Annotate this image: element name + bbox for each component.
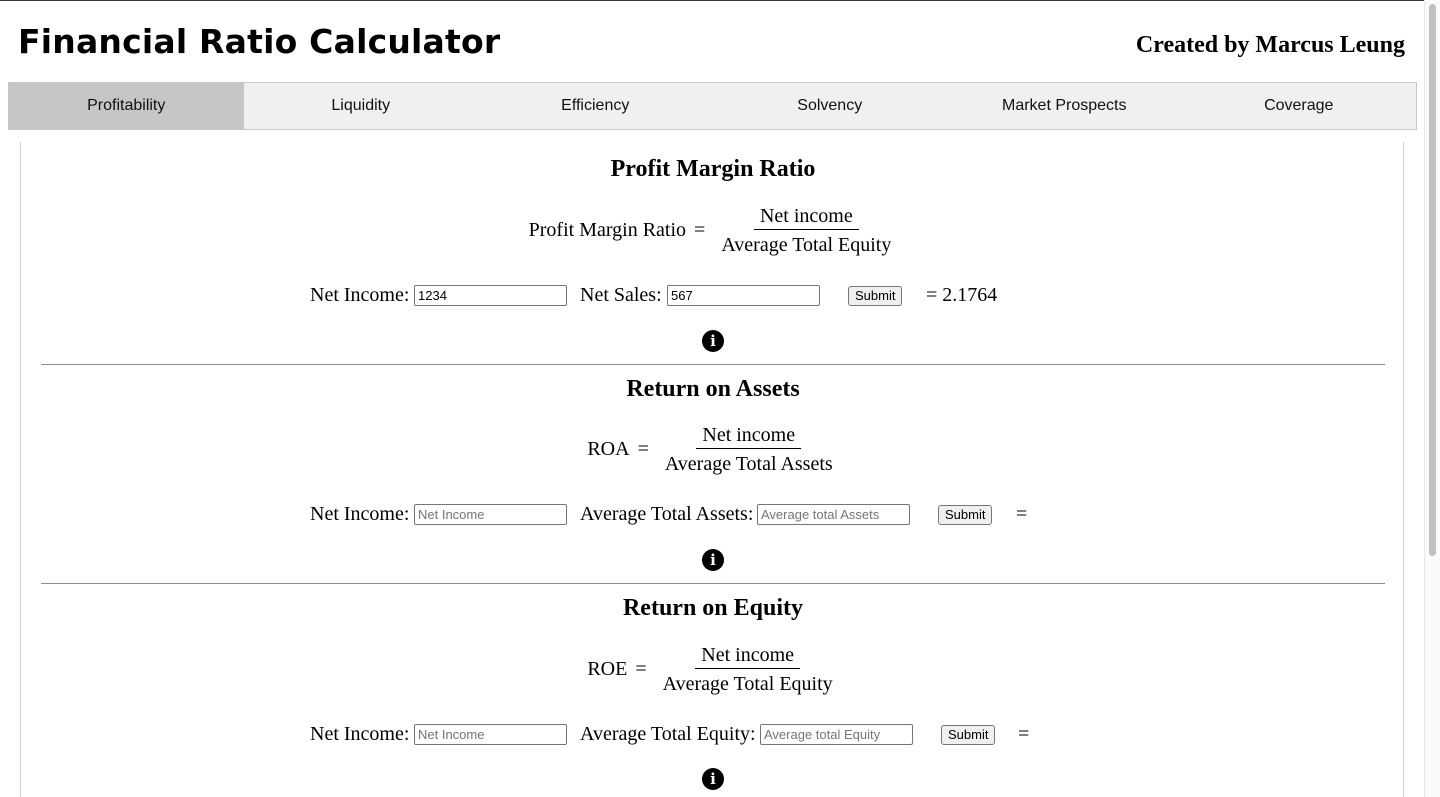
net-sales-input[interactable]: [667, 285, 820, 306]
tab-solvency[interactable]: Solvency: [713, 83, 948, 129]
formula-equals: =: [635, 658, 647, 680]
submit-button[interactable]: Submit: [941, 725, 996, 745]
info-icon[interactable]: i: [702, 330, 724, 352]
section-title: Return on Assets: [626, 376, 800, 402]
info-icon[interactable]: i: [702, 549, 724, 571]
net-sales-label: Net Sales:: [580, 284, 662, 306]
input-row: Net Income: Average Total Equity: Submit…: [21, 721, 1405, 747]
app-title: Financial Ratio Calculator: [18, 22, 501, 61]
formula-numerator: Net income: [753, 204, 859, 230]
calculator-panel: Profit Margin Ratio Profit Margin Ratio …: [20, 142, 1404, 797]
formula-equals: =: [694, 219, 706, 241]
tab-efficiency[interactable]: Efficiency: [478, 83, 713, 129]
page-header: Financial Ratio Calculator Created by Ma…: [0, 0, 1424, 82]
average-total-equity-input[interactable]: [760, 724, 913, 745]
formula-numerator: Net income: [695, 643, 801, 669]
net-income-label: Net Income:: [310, 503, 410, 525]
formula-denominator: Average Total Assets: [664, 453, 833, 475]
tab-market-prospects[interactable]: Market Prospects: [947, 83, 1182, 129]
result-value: =: [1016, 503, 1028, 525]
formula-equals: =: [637, 438, 649, 460]
net-income-label: Net Income:: [310, 723, 410, 745]
category-tabs: Profitability Liquidity Efficiency Solve…: [8, 82, 1417, 130]
formula: ROE = Net income Average Total Equity: [21, 643, 1405, 696]
formula-denominator: Average Total Equity: [721, 234, 892, 256]
info-icon[interactable]: i: [702, 768, 724, 790]
formula: ROA = Net income Average Total Assets: [21, 423, 1405, 476]
vertical-scrollbar[interactable]: [1424, 0, 1440, 797]
section-divider: [41, 583, 1385, 584]
result-value: =: [1018, 723, 1030, 745]
average-total-assets-input[interactable]: [757, 504, 910, 525]
input-row: Net Income: Net Sales: Submit = 2.1764: [21, 282, 1405, 308]
net-income-input[interactable]: [414, 724, 567, 745]
formula-numerator: Net income: [696, 423, 802, 449]
formula-fraction: Net income Average Total Equity: [657, 643, 839, 696]
formula-lhs: ROE: [587, 658, 628, 680]
formula-lhs: ROA: [587, 438, 630, 460]
submit-button[interactable]: Submit: [938, 505, 993, 525]
formula-denominator: Average Total Equity: [662, 673, 833, 695]
formula-fraction: Net income Average Total Assets: [659, 423, 839, 476]
section-title: Return on Equity: [622, 595, 804, 621]
section-divider: [41, 364, 1385, 365]
formula-lhs: Profit Margin Ratio: [528, 219, 687, 241]
net-income-label: Net Income:: [310, 284, 410, 306]
net-income-input[interactable]: [414, 504, 567, 525]
author-credit: Created by Marcus Leung: [1135, 32, 1405, 58]
formula-fraction: Net income Average Total Equity: [715, 204, 897, 257]
scrollbar-thumb[interactable]: [1429, 4, 1436, 556]
section-title: Profit Margin Ratio: [610, 156, 816, 182]
result-value: = 2.1764: [926, 284, 998, 306]
submit-button[interactable]: Submit: [848, 286, 903, 306]
net-income-input[interactable]: [414, 285, 567, 306]
tab-profitability[interactable]: Profitability: [9, 83, 244, 129]
input-row: Net Income: Average Total Assets: Submit…: [21, 501, 1405, 527]
average-total-assets-label: Average Total Assets:: [580, 503, 754, 525]
tab-coverage[interactable]: Coverage: [1182, 83, 1417, 129]
average-total-equity-label: Average Total Equity:: [580, 723, 756, 745]
tab-liquidity[interactable]: Liquidity: [244, 83, 479, 129]
formula: Profit Margin Ratio = Net income Average…: [21, 204, 1405, 257]
